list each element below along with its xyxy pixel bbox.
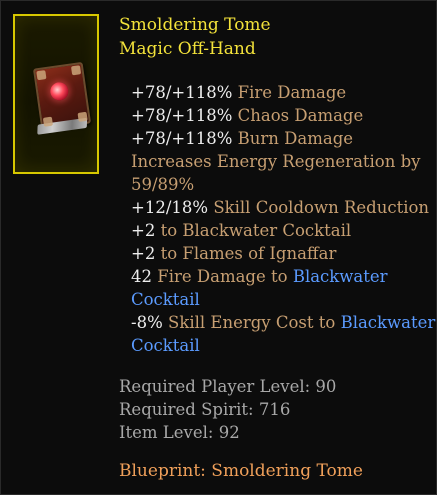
affix-value: +78/+118% [131, 106, 233, 125]
item-type: Magic Off-Hand [119, 39, 256, 59]
skill-link[interactable]: Cocktail [131, 290, 200, 309]
affix-fire-to-skill: 42 Fire Damage to Blackwater [131, 265, 431, 288]
affix-fire-damage: +78/+118% Fire Damage [131, 81, 431, 104]
tome-corner-ornament [77, 111, 88, 122]
affix-label: Skill Cooldown Reduction [213, 198, 430, 217]
affix-label: Fire Damage [237, 83, 347, 102]
affix-list: +78/+118% Fire Damage +78/+118% Chaos Da… [131, 81, 435, 357]
affix-value: 42 [131, 267, 152, 286]
blueprint-label: Blueprint: Smoldering Tome [119, 461, 363, 481]
tome-corner-ornament [42, 116, 54, 127]
affix-value: +12/18% [131, 198, 209, 217]
affix-burn-damage: +78/+118% Burn Damage [131, 127, 431, 150]
tome-icon [32, 61, 92, 131]
skill-link[interactable]: Cocktail [131, 336, 200, 355]
affix-energy-regen: Increases Energy Regeneration by [131, 150, 431, 173]
skill-link[interactable]: Blackwater [341, 313, 436, 332]
affix-value: +78/+118% [131, 83, 233, 102]
item-icon-frame [13, 14, 99, 174]
requirements: Required Player Level: 90 Required Spiri… [119, 375, 336, 444]
tome-gem [49, 81, 70, 102]
affix-energy-cost-cont: Cocktail [131, 334, 431, 357]
affix-cooldown-reduction: +12/18% Skill Cooldown Reduction [131, 196, 431, 219]
affix-value: +2 [131, 221, 156, 240]
affix-label: to Flames of Ignaffar [160, 244, 337, 263]
affix-flames-bonus: +2 to Flames of Ignaffar [131, 242, 431, 265]
affix-label: Fire Damage to [157, 267, 288, 286]
affix-label: to Blackwater Cocktail [160, 221, 352, 240]
affix-energy-regen-value: 59/89% [131, 173, 431, 196]
affix-label: Chaos Damage [237, 106, 364, 125]
item-tooltip: Smoldering Tome Magic Off-Hand +78/+118%… [0, 0, 437, 495]
affix-fire-to-skill-cont: Cocktail [131, 288, 431, 311]
item-name: Smoldering Tome [119, 15, 271, 35]
affix-chaos-damage: +78/+118% Chaos Damage [131, 104, 431, 127]
affix-blackwater-bonus: +2 to Blackwater Cocktail [131, 219, 431, 242]
skill-link[interactable]: Blackwater [293, 267, 388, 286]
tome-corner-ornament [70, 65, 82, 76]
affix-value: 59/89% [131, 175, 195, 194]
item-level: Item Level: 92 [119, 423, 240, 442]
affix-label: Increases Energy Regeneration by [131, 152, 421, 171]
required-player-level: Required Player Level: 90 [119, 377, 337, 396]
affix-label: Burn Damage [237, 129, 354, 148]
affix-value: -8% [131, 313, 163, 332]
tome-corner-ornament [36, 70, 47, 81]
affix-energy-cost: -8% Skill Energy Cost to Blackwater [131, 311, 435, 334]
affix-value: +78/+118% [131, 129, 233, 148]
required-spirit: Required Spirit: 716 [119, 400, 291, 419]
affix-value: +2 [131, 244, 156, 263]
affix-label: Skill Energy Cost to [168, 313, 336, 332]
